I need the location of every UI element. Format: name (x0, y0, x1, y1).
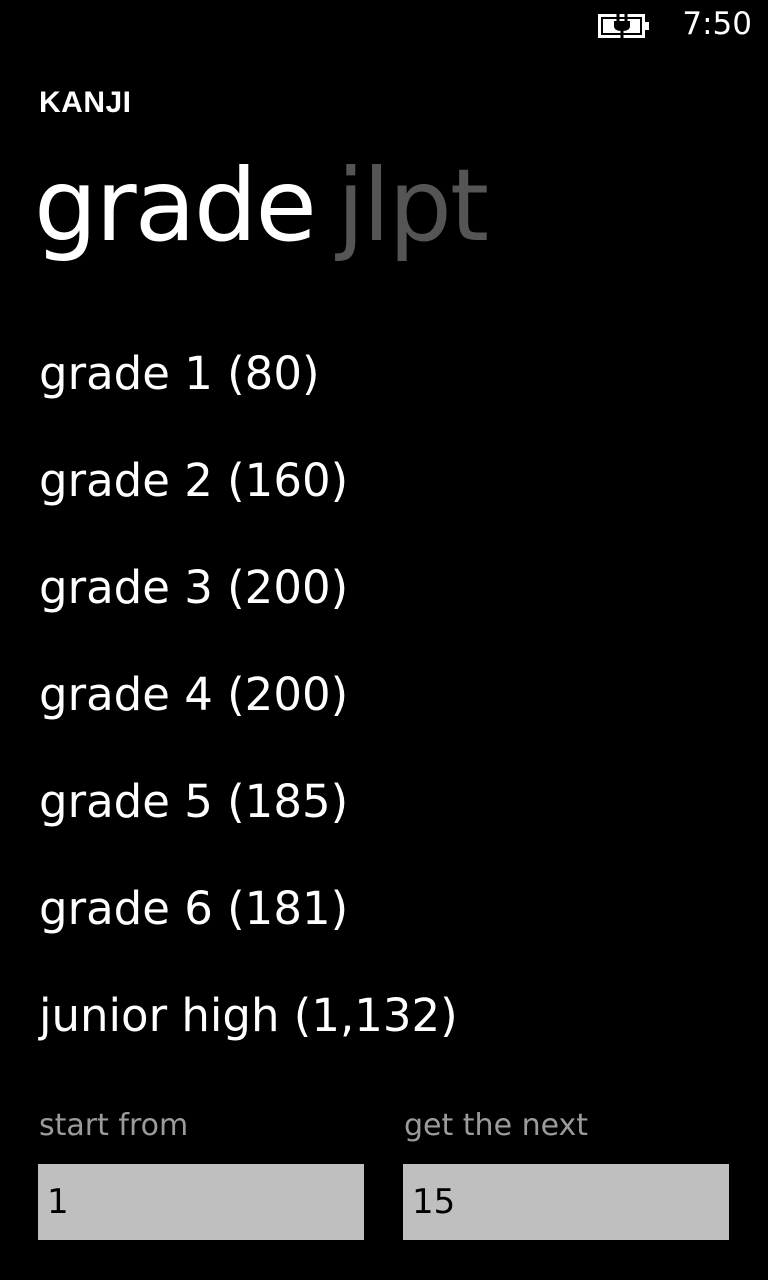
status-bar: 7:50 (0, 0, 768, 50)
list-item[interactable]: grade 3 (200) (39, 558, 458, 665)
grade-list: grade 1 (80) grade 2 (160) grade 3 (200)… (39, 344, 458, 1093)
list-item[interactable]: grade 4 (200) (39, 665, 458, 772)
pivot-tab-jlpt[interactable]: jlpt (337, 136, 489, 276)
pivot-tab-grade[interactable]: grade (34, 136, 317, 276)
battery-charging-icon (598, 14, 649, 38)
pivot-header: grade jlpt (34, 136, 489, 276)
start-from-label: start from (39, 1108, 189, 1143)
list-item[interactable]: grade 6 (181) (39, 879, 458, 986)
list-item[interactable]: grade 2 (160) (39, 451, 458, 558)
start-from-input[interactable] (38, 1164, 364, 1240)
app-title: KANJI (39, 86, 132, 119)
list-item[interactable]: grade 1 (80) (39, 344, 458, 451)
list-item[interactable]: junior high (1,132) (39, 986, 458, 1093)
list-item[interactable]: grade 5 (185) (39, 772, 458, 879)
get-the-next-label: get the next (404, 1108, 589, 1143)
get-the-next-input[interactable] (403, 1164, 729, 1240)
clock: 7:50 (682, 6, 752, 42)
